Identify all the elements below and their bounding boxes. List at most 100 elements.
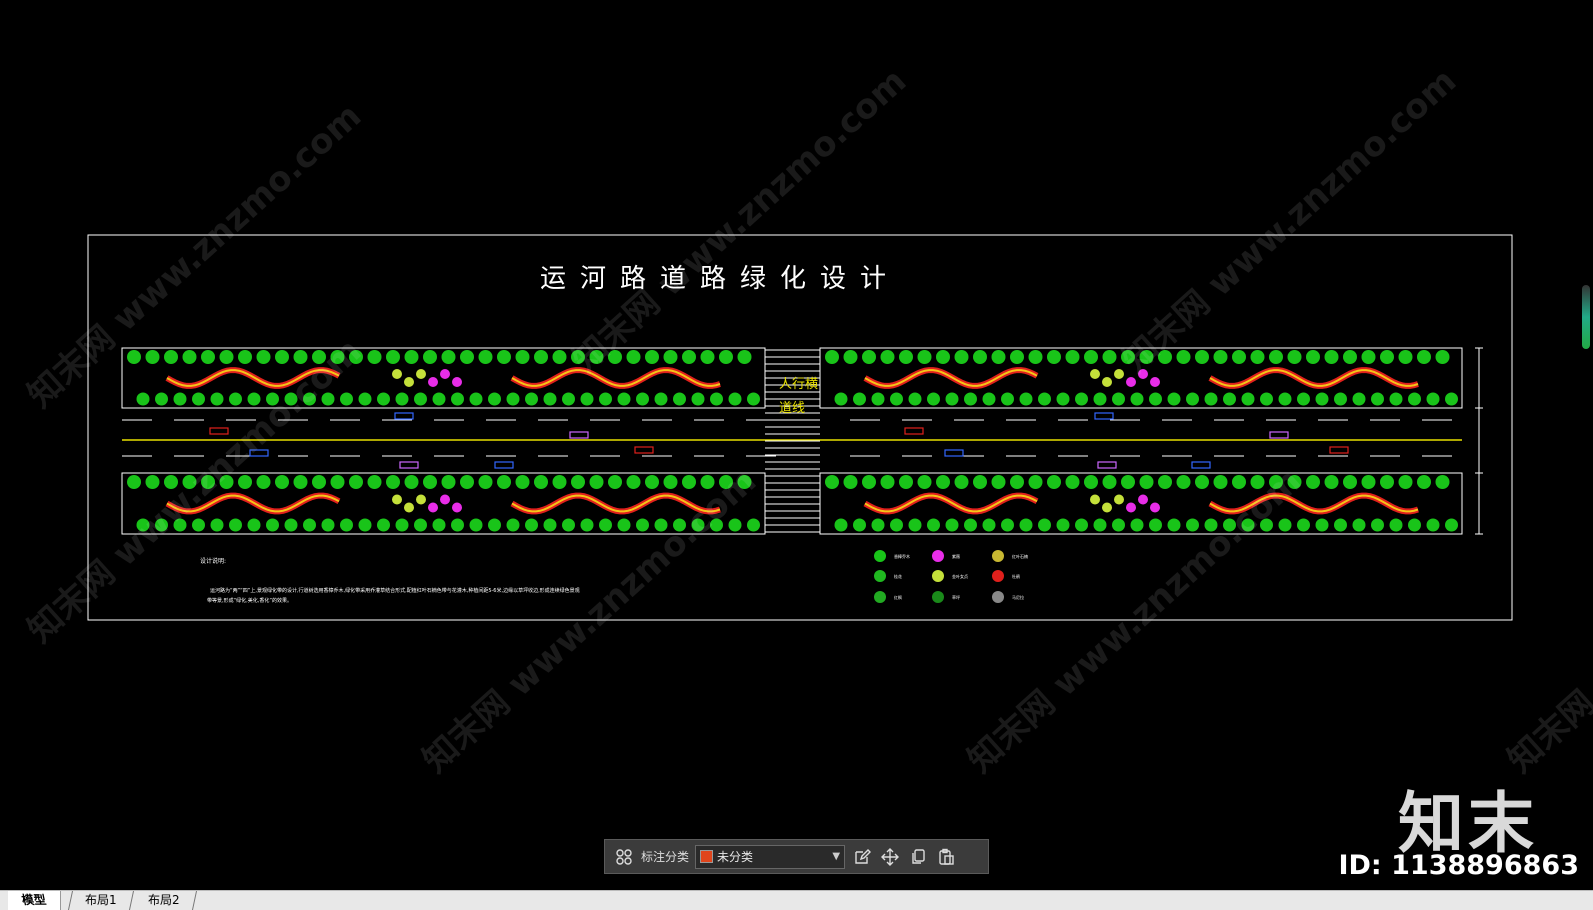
- flower: [416, 494, 426, 505]
- tab-model[interactable]: 模型: [8, 891, 61, 910]
- tree: [1417, 350, 1431, 364]
- tree: [1102, 350, 1117, 364]
- tree: [571, 350, 585, 364]
- tree: [1426, 392, 1440, 406]
- vehicle: [494, 461, 514, 469]
- flower: [416, 369, 426, 379]
- tree: [691, 392, 705, 406]
- tree: [1445, 392, 1458, 406]
- tree: [589, 475, 604, 489]
- tree: [1287, 350, 1302, 364]
- tree: [710, 518, 723, 532]
- edit-icon[interactable]: [851, 846, 873, 868]
- tab-layout2[interactable]: 布局2: [131, 891, 198, 910]
- vehicle: [1329, 446, 1349, 454]
- tree: [386, 475, 400, 489]
- tree: [991, 350, 1006, 364]
- tree: [1426, 518, 1440, 532]
- tree: [127, 350, 141, 364]
- tree: [451, 392, 464, 406]
- tree: [488, 392, 501, 406]
- legend-label: 紫薇: [952, 553, 960, 559]
- tree: [1047, 350, 1061, 364]
- legend-swatch: [874, 570, 886, 582]
- tree: [945, 392, 959, 406]
- tree: [1176, 350, 1191, 364]
- notes-heading: 设计说明:: [200, 557, 226, 565]
- tree: [1287, 475, 1302, 489]
- tree: [1176, 475, 1191, 489]
- drawing-canvas[interactable]: 运河路道路绿化设计 人行横 道线 设计说明: 运河路为“两”“四”上,景观绿化带…: [0, 0, 1593, 890]
- tree: [973, 350, 987, 364]
- tree: [1149, 518, 1162, 532]
- flower: [452, 377, 462, 387]
- tree: [1102, 475, 1117, 489]
- legend-swatch: [992, 550, 1004, 562]
- tree: [719, 350, 733, 364]
- tree: [1001, 518, 1014, 532]
- tree: [728, 518, 742, 532]
- flower: [392, 369, 402, 379]
- tree: [1334, 392, 1347, 406]
- vehicle: [634, 446, 654, 454]
- flower: [1090, 369, 1100, 379]
- vehicle: [209, 427, 229, 435]
- tree: [682, 475, 696, 489]
- flower: [1090, 494, 1100, 505]
- tree: [1112, 392, 1125, 406]
- tree: [145, 475, 160, 489]
- tree: [1223, 392, 1236, 406]
- tree: [719, 475, 733, 489]
- tree: [460, 475, 474, 489]
- annotation-label: 标注分类: [641, 850, 690, 864]
- tree: [275, 475, 289, 489]
- category-select[interactable]: 未分类 ▼: [695, 844, 846, 869]
- tree: [1361, 475, 1376, 489]
- tree: [927, 518, 940, 532]
- tree: [182, 475, 197, 489]
- tree: [1315, 518, 1329, 532]
- tree: [626, 475, 641, 489]
- tree: [1297, 518, 1310, 532]
- tree: [395, 518, 409, 532]
- tree: [1019, 518, 1033, 532]
- tree: [1371, 518, 1384, 532]
- tree: [1352, 518, 1366, 532]
- tree: [506, 518, 520, 532]
- tree: [927, 392, 940, 406]
- flower: [1102, 377, 1112, 387]
- tree: [608, 475, 622, 489]
- tree: [673, 518, 686, 532]
- tree: [182, 350, 197, 364]
- scrollbar[interactable]: [1582, 285, 1590, 349]
- tree: [1445, 518, 1458, 532]
- tree: [1306, 475, 1320, 489]
- tree: [367, 350, 382, 364]
- tree: [682, 350, 696, 364]
- tree: [1186, 392, 1199, 406]
- tree: [358, 518, 372, 532]
- tree: [423, 475, 437, 489]
- move-icon[interactable]: [879, 846, 901, 868]
- tree: [127, 475, 141, 489]
- vehicle: [904, 427, 924, 435]
- tree: [506, 392, 520, 406]
- image-id: ID: 1138896863: [1338, 850, 1579, 881]
- grid-icon[interactable]: [613, 846, 635, 868]
- tree: [1213, 350, 1228, 364]
- tree: [1435, 350, 1450, 364]
- tree: [256, 475, 271, 489]
- tree: [834, 392, 848, 406]
- tree: [432, 518, 446, 532]
- tree: [890, 518, 903, 532]
- tree: [367, 475, 382, 489]
- tree: [1343, 350, 1357, 364]
- copy-icon[interactable]: [907, 846, 929, 868]
- tree: [663, 475, 678, 489]
- tab-layout1[interactable]: 布局1: [67, 891, 135, 910]
- tree: [1408, 392, 1421, 406]
- flower: [452, 502, 462, 513]
- tree: [303, 392, 316, 406]
- tree: [247, 392, 261, 406]
- paste-icon[interactable]: [935, 846, 957, 868]
